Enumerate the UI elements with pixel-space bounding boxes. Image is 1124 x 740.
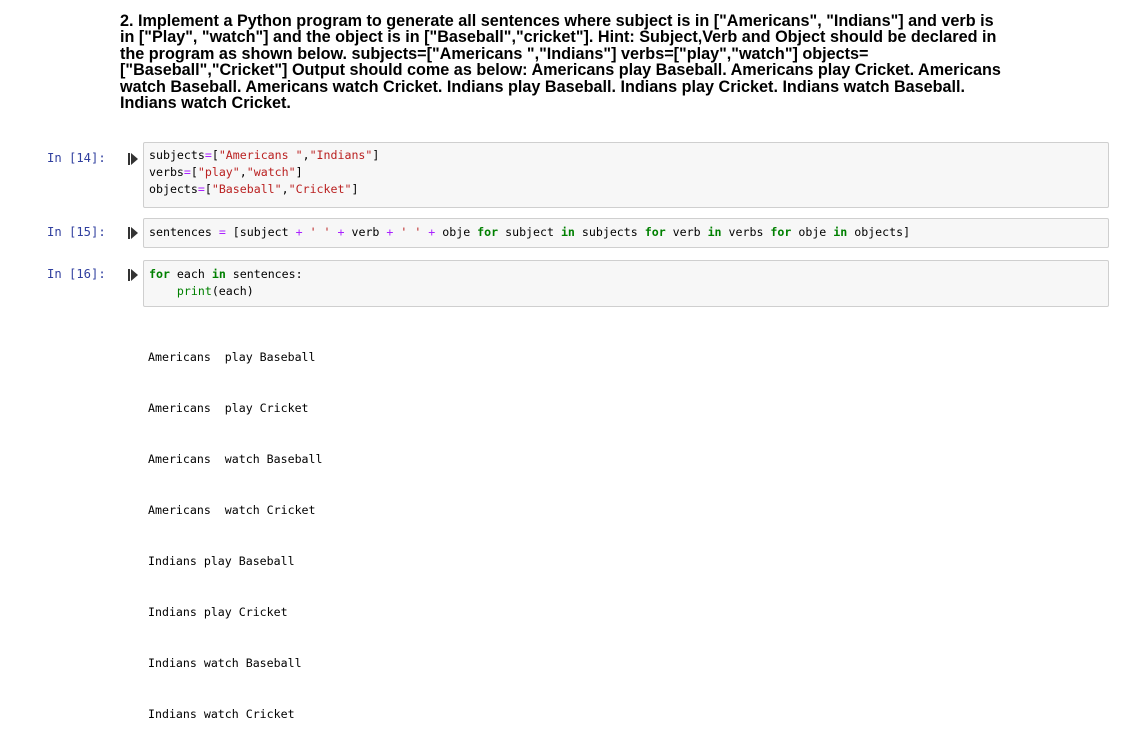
- code-token: [: [204, 182, 212, 196]
- code-token: verbs: [149, 165, 184, 179]
- code-line: for each in sentences:: [149, 266, 303, 283]
- code-token: =: [204, 148, 212, 162]
- code-token: objects: [149, 182, 198, 196]
- output-line: Indians watch Cricket: [148, 707, 295, 721]
- code-input-area[interactable]: for each in sentences: print(each): [143, 260, 1109, 307]
- code-token: ,: [239, 165, 247, 179]
- code-token: verbs: [721, 225, 771, 239]
- code-token: ' ': [400, 225, 422, 239]
- code-token: [: [190, 165, 198, 179]
- code-token: for: [644, 225, 666, 239]
- code-token: "Baseball": [211, 182, 282, 196]
- code-token: objects]: [847, 225, 911, 239]
- code-token: in: [560, 225, 575, 239]
- code-token: subject: [498, 225, 561, 239]
- code-token: verb: [344, 225, 387, 239]
- code-token: for: [149, 267, 170, 281]
- code-token: in: [211, 267, 226, 281]
- code-editor[interactable]: subjects=["Americans ","Indians"] verbs=[…: [149, 147, 379, 198]
- code-token: ]: [372, 148, 380, 162]
- code-line: subjects=["Americans ","Indians"]: [149, 147, 379, 164]
- code-token: sentences: [149, 225, 219, 239]
- output-line: Americans watch Baseball: [148, 452, 323, 466]
- code-token: ]: [295, 165, 303, 179]
- code-line: print(each): [149, 283, 303, 300]
- code-token: "play": [197, 165, 240, 179]
- code-token: =: [218, 225, 226, 239]
- code-line: verbs=["play","watch"]: [149, 164, 379, 181]
- run-cell-icon[interactable]: [128, 227, 138, 239]
- run-cell-icon[interactable]: [128, 269, 138, 281]
- code-token: ]: [351, 182, 359, 196]
- code-input-area[interactable]: sentences = [subject + ' ' + verb + ' ' …: [143, 218, 1109, 248]
- code-line: sentences = [subject + ' ' + verb + ' ' …: [149, 224, 910, 241]
- code-token: verb: [665, 225, 708, 239]
- output-line: Americans play Baseball: [148, 350, 316, 364]
- code-token: for: [770, 225, 792, 239]
- code-token: (each): [211, 284, 254, 298]
- code-cell-14[interactable]: In [14]: subjects=["Americans ","Indians…: [0, 142, 1124, 208]
- code-token: obje: [435, 225, 478, 239]
- code-editor[interactable]: for each in sentences: print(each): [149, 266, 303, 300]
- code-token: =: [197, 182, 205, 196]
- code-cell-16[interactable]: In [16]: for each in sentences: print(ea…: [0, 260, 1124, 307]
- output-line: Indians play Cricket: [148, 605, 288, 619]
- code-cell-15[interactable]: In [15]: sentences = [subject + ' ' + ve…: [0, 218, 1124, 248]
- code-token: ' ': [309, 225, 331, 239]
- cell-output: Americans play Baseball Americans play C…: [148, 315, 323, 740]
- code-token: ,: [281, 182, 289, 196]
- code-token: "watch": [246, 165, 296, 179]
- code-token: "Indians": [309, 148, 373, 162]
- code-token: "Cricket": [288, 182, 352, 196]
- code-token: subjects: [149, 148, 205, 162]
- code-token: each: [169, 267, 212, 281]
- code-token: sentences:: [225, 267, 303, 281]
- code-token: print: [176, 284, 212, 298]
- code-token: [: [211, 148, 219, 162]
- code-line: objects=["Baseball","Cricket"]: [149, 181, 379, 198]
- code-token: +: [295, 225, 303, 239]
- cell-prompt: In [15]:: [47, 225, 106, 239]
- code-token: in: [707, 225, 722, 239]
- output-line: Indians play Baseball: [148, 554, 295, 568]
- output-line: Americans watch Cricket: [148, 503, 316, 517]
- code-token: [subject: [225, 225, 296, 239]
- code-token: =: [183, 165, 191, 179]
- output-line: Americans play Cricket: [148, 401, 309, 415]
- code-token: obje: [791, 225, 834, 239]
- run-cell-icon[interactable]: [128, 153, 138, 165]
- cell-prompt: In [14]:: [47, 151, 106, 165]
- output-line: Indians watch Baseball: [148, 656, 302, 670]
- code-input-area[interactable]: subjects=["Americans ","Indians"] verbs=[…: [143, 142, 1109, 208]
- cell-prompt: In [16]:: [47, 267, 106, 281]
- code-editor[interactable]: sentences = [subject + ' ' + verb + ' ' …: [149, 224, 910, 241]
- code-token: subjects: [574, 225, 645, 239]
- code-token: "Americans ": [218, 148, 303, 162]
- code-token: ,: [302, 148, 310, 162]
- code-token: in: [833, 225, 848, 239]
- code-token: +: [337, 225, 345, 239]
- code-token: for: [477, 225, 499, 239]
- markdown-heading: 2. Implement a Python program to generat…: [120, 12, 1001, 113]
